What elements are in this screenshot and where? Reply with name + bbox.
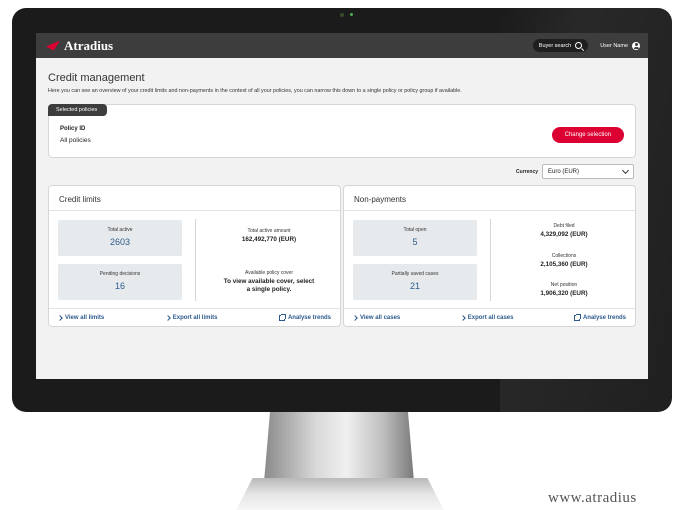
view-all-limits-link[interactable]: View all limits <box>57 314 105 321</box>
pending-decisions-tile[interactable]: Pending decisions 16 <box>58 264 182 300</box>
change-selection-button[interactable]: Change selection <box>551 127 624 143</box>
total-open-value: 5 <box>412 237 418 247</box>
view-all-limits-label: View all limits <box>65 314 105 321</box>
total-active-label: Total active <box>107 227 133 233</box>
user-icon <box>632 41 640 50</box>
non-payments-footer: View all cases Export all cases Analyse … <box>344 308 635 326</box>
monitor-stand-base <box>236 478 444 510</box>
screen: Atradius Buyer search User Name Credit m… <box>36 33 648 379</box>
external-link-icon <box>573 313 581 321</box>
monitor-stand-neck <box>264 412 414 482</box>
policy-id-label: Policy ID <box>60 126 86 132</box>
non-payments-title: Non-payments <box>344 186 635 211</box>
view-all-cases-link[interactable]: View all cases <box>352 314 401 321</box>
atradius-logo[interactable]: Atradius <box>46 38 113 54</box>
total-active-tile[interactable]: Total active 2603 <box>58 220 182 256</box>
summary-cards: Credit limits Total active 2603 Pending … <box>48 185 636 327</box>
stage: Atradius Buyer search User Name Credit m… <box>0 0 673 510</box>
selected-policies-tab: Selected policies <box>48 104 108 116</box>
analyse-trends-label: Analyse trends <box>287 314 331 321</box>
export-all-limits-label: Export all limits <box>172 314 218 321</box>
chevron-right-icon <box>459 314 466 321</box>
currency-row: Currency Euro (EUR) <box>48 164 634 179</box>
analyse-trends-cases-label: Analyse trends <box>582 314 626 321</box>
collections-block: Collections 2,105,360 (EUR) <box>494 253 634 269</box>
net-position-label: Net position <box>550 282 578 288</box>
webcam-led <box>350 13 353 16</box>
available-cover-label: Available policy cover <box>245 270 293 276</box>
chevron-right-icon <box>57 314 63 321</box>
search-icon <box>575 42 583 49</box>
partially-saved-label: Partially saved cases <box>391 271 439 277</box>
credit-limits-footer: View all limits Export all limits Analys… <box>49 308 340 326</box>
debt-filed-label: Debt filed <box>553 223 575 229</box>
top-navigation-bar: Atradius Buyer search User Name <box>36 33 648 58</box>
analyse-trends-limits-link[interactable]: Analyse trends <box>278 313 331 321</box>
policy-selection-card: Selected policies Policy ID All policies… <box>48 104 636 158</box>
logo-text: Atradius <box>64 37 114 53</box>
debt-filed-value: 4,329,092 (EUR) <box>540 231 588 238</box>
partially-saved-tile[interactable]: Partially saved cases 21 <box>353 264 477 300</box>
export-all-cases-label: Export all cases <box>467 314 514 321</box>
chevron-right-icon <box>352 314 358 321</box>
available-cover-block: Available policy cover To view available… <box>199 270 339 294</box>
currency-label: Currency <box>516 168 538 175</box>
collections-value: 2,105,360 (EUR) <box>540 261 588 268</box>
external-link-icon <box>278 313 286 321</box>
chevron-down-icon <box>621 166 630 174</box>
export-all-cases-link[interactable]: Export all cases <box>459 314 514 321</box>
available-cover-text: To view available cover, select a single… <box>223 278 315 293</box>
atradius-logo-icon <box>46 39 60 53</box>
analyse-trends-cases-link[interactable]: Analyse trends <box>573 313 626 321</box>
page-title: Credit management <box>48 72 145 84</box>
partially-saved-value: 21 <box>409 281 420 291</box>
total-active-amount-value: 162,492,770 (EUR) <box>241 236 297 243</box>
pending-decisions-value: 16 <box>114 281 125 291</box>
total-active-amount-label: Total active amount <box>247 228 291 234</box>
chevron-right-icon <box>164 314 171 321</box>
net-position-value: 1,906,320 (EUR) <box>540 290 588 297</box>
total-active-amount-block: Total active amount 162,492,770 (EUR) <box>199 228 339 244</box>
user-menu-button[interactable]: User Name <box>600 41 640 50</box>
main-content: Credit management Here you can see an ov… <box>36 58 648 327</box>
user-name-label: User Name <box>600 42 628 49</box>
buyer-search-label: Buyer search <box>538 42 572 49</box>
debt-filed-block: Debt filed 4,329,092 (EUR) <box>494 223 634 239</box>
total-open-tile[interactable]: Total open 5 <box>353 220 477 256</box>
webcam-icon <box>340 13 344 17</box>
export-all-limits-link[interactable]: Export all limits <box>164 314 218 321</box>
divider <box>490 219 491 301</box>
currency-select[interactable]: Euro (EUR) <box>542 164 634 179</box>
non-payments-card: Non-payments Total open 5 Partially save… <box>343 185 636 327</box>
collections-label: Collections <box>551 253 577 259</box>
total-active-value: 2603 <box>109 237 131 247</box>
pending-decisions-label: Pending decisions <box>99 271 141 277</box>
page-description: Here you can see an overview of your cre… <box>48 88 462 94</box>
total-open-label: Total open <box>403 227 427 233</box>
divider <box>195 219 196 301</box>
policy-id-value: All policies <box>60 137 91 144</box>
buyer-search-button[interactable]: Buyer search <box>532 39 589 52</box>
credit-limits-card: Credit limits Total active 2603 Pending … <box>48 185 341 327</box>
net-position-block: Net position 1,906,320 (EUR) <box>494 282 634 298</box>
currency-selected-value: Euro (EUR) <box>548 168 580 175</box>
watermark-text: www.atradius <box>548 490 637 506</box>
view-all-cases-label: View all cases <box>360 314 401 321</box>
credit-limits-title: Credit limits <box>49 186 340 211</box>
